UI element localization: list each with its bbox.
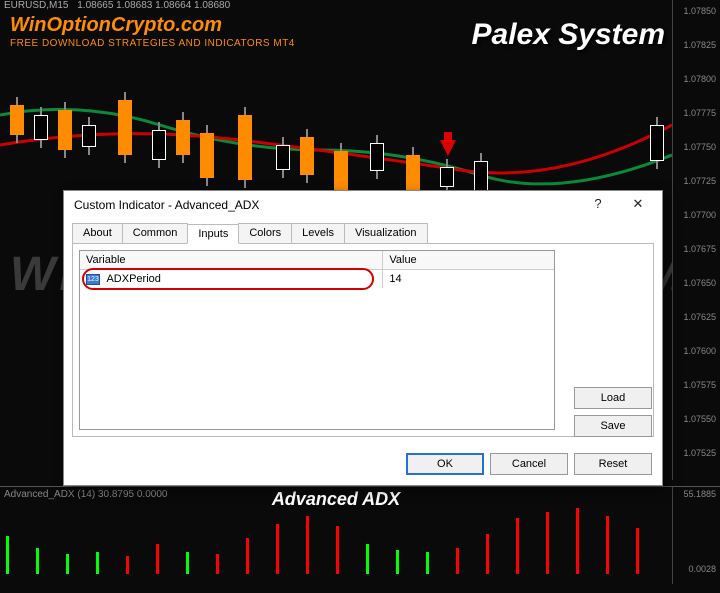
param-value[interactable]: 14 <box>383 270 554 288</box>
price-tick: 1.07750 <box>683 142 716 152</box>
dialog-title: Custom Indicator - Advanced_ADX <box>74 198 578 212</box>
price-tick: 1.07550 <box>683 414 716 424</box>
price-tick: 1.07850 <box>683 6 716 16</box>
price-tick: 1.07825 <box>683 40 716 50</box>
price-tick: 1.07625 <box>683 312 716 322</box>
tab-levels[interactable]: Levels <box>291 223 345 243</box>
reset-button[interactable]: Reset <box>574 453 652 475</box>
tab-about[interactable]: About <box>72 223 123 243</box>
param-name: ADXPeriod <box>106 273 160 285</box>
close-button[interactable]: ✕ <box>618 193 658 217</box>
price-tick: 1.07725 <box>683 176 716 186</box>
tab-colors[interactable]: Colors <box>238 223 292 243</box>
adx-axis: 55.1885 0.0028 <box>672 487 720 584</box>
inputs-panel: Variable Value 123 ADXPeriod 14 Load Sav… <box>72 243 654 437</box>
brand-logo: WinOptionCrypto.com <box>10 14 222 37</box>
symbol-label: EURUSD,M15 <box>4 0 68 11</box>
int-param-icon: 123 <box>86 274 100 285</box>
symbol-header: EURUSD,M15 1.08665 1.08683 1.08664 1.086… <box>4 0 230 11</box>
adx-subwindow: Advanced_ADX (14) 30.8795 0.0000 Advance… <box>0 486 720 584</box>
price-tick: 1.07650 <box>683 278 716 288</box>
price-tick: 1.07800 <box>683 74 716 84</box>
cancel-button[interactable]: Cancel <box>490 453 568 475</box>
adx-tick: 55.1885 <box>683 489 716 499</box>
tab-common[interactable]: Common <box>122 223 189 243</box>
help-button[interactable]: ? <box>578 193 618 217</box>
adx-tick: 0.0028 <box>688 564 716 574</box>
price-tick: 1.07700 <box>683 210 716 220</box>
dialog-tabstrip: AboutCommonInputsColorsLevelsVisualizati… <box>64 219 662 243</box>
ok-button[interactable]: OK <box>406 453 484 475</box>
input-row-adxperiod[interactable]: 123 ADXPeriod 14 <box>80 270 554 288</box>
system-name: Palex System <box>472 18 665 52</box>
price-tick: 1.07575 <box>683 380 716 390</box>
tab-visualization[interactable]: Visualization <box>344 223 428 243</box>
ohlc-label: 1.08665 1.08683 1.08664 1.08680 <box>77 0 230 11</box>
indicator-dialog: Custom Indicator - Advanced_ADX ? ✕ Abou… <box>63 190 663 486</box>
save-button[interactable]: Save <box>574 415 652 437</box>
adx-bars <box>6 504 668 574</box>
inputs-grid[interactable]: Variable Value 123 ADXPeriod 14 <box>79 250 555 430</box>
price-tick: 1.07525 <box>683 448 716 458</box>
column-value[interactable]: Value <box>383 251 554 269</box>
price-tick: 1.07675 <box>683 244 716 254</box>
dialog-titlebar[interactable]: Custom Indicator - Advanced_ADX ? ✕ <box>64 191 662 219</box>
load-button[interactable]: Load <box>574 387 652 409</box>
price-axis: 1.07850 1.07825 1.07800 1.07775 1.07750 1.077… <box>672 0 720 480</box>
tab-inputs[interactable]: Inputs <box>187 224 239 244</box>
column-variable[interactable]: Variable <box>80 251 383 269</box>
price-tick: 1.07775 <box>683 108 716 118</box>
sell-arrow-icon <box>440 140 456 156</box>
brand-tagline: FREE DOWNLOAD STRATEGIES AND INDICATORS … <box>10 38 295 49</box>
price-tick: 1.07600 <box>683 346 716 356</box>
